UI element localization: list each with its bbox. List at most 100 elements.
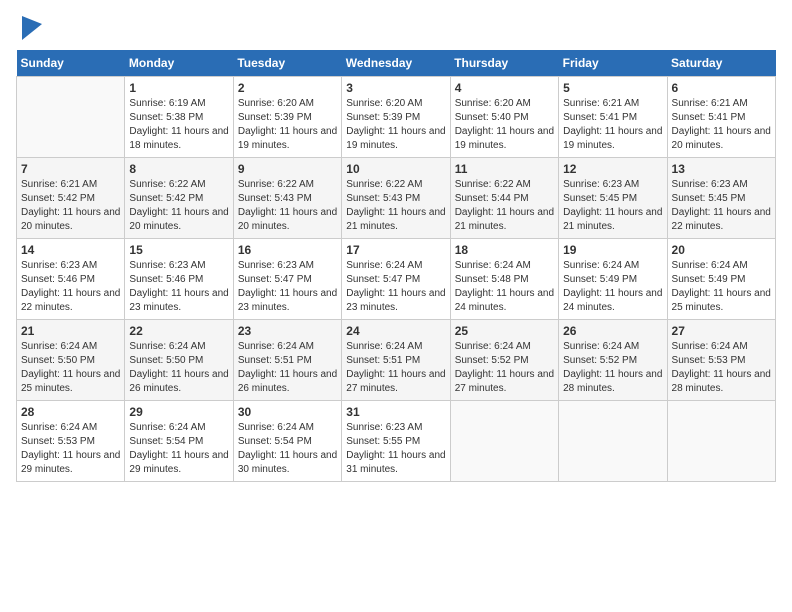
weekday-header-friday: Friday <box>559 50 667 77</box>
day-number: 16 <box>238 243 337 257</box>
day-number: 19 <box>563 243 662 257</box>
day-info: Sunrise: 6:23 AMSunset: 5:46 PMDaylight:… <box>21 259 120 315</box>
day-number: 15 <box>129 243 228 257</box>
weekday-header-sunday: Sunday <box>17 50 125 77</box>
calendar-cell: 14 Sunrise: 6:23 AMSunset: 5:46 PMDayligh… <box>17 239 125 320</box>
calendar-cell: 12 Sunrise: 6:23 AMSunset: 5:45 PMDayligh… <box>559 158 667 239</box>
day-info: Sunrise: 6:20 AMSunset: 5:40 PMDaylight:… <box>455 97 554 153</box>
day-number: 29 <box>129 405 228 419</box>
calendar-cell: 2 Sunrise: 6:20 AMSunset: 5:39 PMDaylight… <box>233 77 341 158</box>
day-number: 27 <box>672 324 771 338</box>
day-info: Sunrise: 6:24 AMSunset: 5:52 PMDaylight:… <box>563 340 662 396</box>
day-info: Sunrise: 6:23 AMSunset: 5:46 PMDaylight:… <box>129 259 228 315</box>
day-number: 21 <box>21 324 120 338</box>
calendar-cell <box>17 77 125 158</box>
day-number: 14 <box>21 243 120 257</box>
weekday-header-monday: Monday <box>125 50 233 77</box>
calendar-cell: 1Sunrise: 6:19 AMSunset: 5:38 PMDaylight… <box>125 77 233 158</box>
day-info: Sunrise: 6:24 AMSunset: 5:51 PMDaylight:… <box>346 340 445 396</box>
day-info: Sunrise: 6:24 AMSunset: 5:54 PMDaylight:… <box>129 421 228 477</box>
day-info: Sunrise: 6:23 AMSunset: 5:45 PMDaylight:… <box>672 178 771 234</box>
day-number: 26 <box>563 324 662 338</box>
calendar-cell <box>559 401 667 482</box>
calendar-cell: 4 Sunrise: 6:20 AMSunset: 5:40 PMDaylight… <box>450 77 558 158</box>
calendar-cell: 15 Sunrise: 6:23 AMSunset: 5:46 PMDayligh… <box>125 239 233 320</box>
header <box>16 16 776 40</box>
calendar-cell: 9 Sunrise: 6:22 AMSunset: 5:43 PMDaylight… <box>233 158 341 239</box>
day-number: 9 <box>238 162 337 176</box>
day-number: 28 <box>21 405 120 419</box>
day-number: 22 <box>129 324 228 338</box>
logo <box>16 16 42 40</box>
weekday-header-saturday: Saturday <box>667 50 775 77</box>
day-number: 17 <box>346 243 445 257</box>
day-info: Sunrise: 6:19 AMSunset: 5:38 PMDaylight:… <box>129 97 228 153</box>
calendar-cell <box>667 401 775 482</box>
day-number: 25 <box>455 324 554 338</box>
calendar-cell: 20Sunrise: 6:24 AMSunset: 5:49 PMDayligh… <box>667 239 775 320</box>
day-info: Sunrise: 6:23 AMSunset: 5:45 PMDaylight:… <box>563 178 662 234</box>
day-info: Sunrise: 6:24 AMSunset: 5:51 PMDaylight:… <box>238 340 337 396</box>
calendar-cell: 27Sunrise: 6:24 AMSunset: 5:53 PMDayligh… <box>667 320 775 401</box>
day-number: 5 <box>563 81 662 95</box>
calendar-cell: 3Sunrise: 6:20 AMSunset: 5:39 PMDaylight… <box>342 77 450 158</box>
day-info: Sunrise: 6:21 AMSunset: 5:42 PMDaylight:… <box>21 178 120 234</box>
day-number: 24 <box>346 324 445 338</box>
day-number: 6 <box>672 81 771 95</box>
calendar-cell: 6Sunrise: 6:21 AMSunset: 5:41 PMDaylight… <box>667 77 775 158</box>
calendar-cell: 17Sunrise: 6:24 AMSunset: 5:47 PMDayligh… <box>342 239 450 320</box>
day-number: 4 <box>455 81 554 95</box>
calendar-cell: 29 Sunrise: 6:24 AMSunset: 5:54 PMDayligh… <box>125 401 233 482</box>
calendar-cell: 8Sunrise: 6:22 AMSunset: 5:42 PMDaylight… <box>125 158 233 239</box>
calendar-cell: 19 Sunrise: 6:24 AMSunset: 5:49 PMDayligh… <box>559 239 667 320</box>
day-info: Sunrise: 6:22 AMSunset: 5:42 PMDaylight:… <box>129 178 228 234</box>
calendar-cell: 25Sunrise: 6:24 AMSunset: 5:52 PMDayligh… <box>450 320 558 401</box>
calendar-cell <box>450 401 558 482</box>
day-number: 11 <box>455 162 554 176</box>
day-info: Sunrise: 6:23 AMSunset: 5:47 PMDaylight:… <box>238 259 337 315</box>
day-info: Sunrise: 6:23 AMSunset: 5:55 PMDaylight:… <box>346 421 445 477</box>
calendar-cell: 16 Sunrise: 6:23 AMSunset: 5:47 PMDayligh… <box>233 239 341 320</box>
week-row-1: 1Sunrise: 6:19 AMSunset: 5:38 PMDaylight… <box>17 77 776 158</box>
day-number: 13 <box>672 162 771 176</box>
day-info: Sunrise: 6:24 AMSunset: 5:53 PMDaylight:… <box>21 421 120 477</box>
weekday-header-thursday: Thursday <box>450 50 558 77</box>
weekday-header-tuesday: Tuesday <box>233 50 341 77</box>
day-info: Sunrise: 6:24 AMSunset: 5:48 PMDaylight:… <box>455 259 554 315</box>
day-info: Sunrise: 6:22 AMSunset: 5:43 PMDaylight:… <box>346 178 445 234</box>
day-number: 30 <box>238 405 337 419</box>
weekday-header-row: SundayMondayTuesdayWednesdayThursdayFrid… <box>17 50 776 77</box>
calendar-cell: 30Sunrise: 6:24 AMSunset: 5:54 PMDayligh… <box>233 401 341 482</box>
calendar-cell: 7 Sunrise: 6:21 AMSunset: 5:42 PMDaylight… <box>17 158 125 239</box>
day-number: 10 <box>346 162 445 176</box>
calendar-cell: 10 Sunrise: 6:22 AMSunset: 5:43 PMDayligh… <box>342 158 450 239</box>
calendar-cell: 5Sunrise: 6:21 AMSunset: 5:41 PMDaylight… <box>559 77 667 158</box>
calendar-cell: 18 Sunrise: 6:24 AMSunset: 5:48 PMDayligh… <box>450 239 558 320</box>
calendar-cell: 13 Sunrise: 6:23 AMSunset: 5:45 PMDayligh… <box>667 158 775 239</box>
week-row-2: 7 Sunrise: 6:21 AMSunset: 5:42 PMDaylight… <box>17 158 776 239</box>
day-info: Sunrise: 6:24 AMSunset: 5:50 PMDaylight:… <box>129 340 228 396</box>
day-number: 7 <box>21 162 120 176</box>
day-info: Sunrise: 6:22 AMSunset: 5:44 PMDaylight:… <box>455 178 554 234</box>
calendar-cell: 26 Sunrise: 6:24 AMSunset: 5:52 PMDayligh… <box>559 320 667 401</box>
day-number: 3 <box>346 81 445 95</box>
calendar-cell: 28 Sunrise: 6:24 AMSunset: 5:53 PMDayligh… <box>17 401 125 482</box>
calendar-cell: 31 Sunrise: 6:23 AMSunset: 5:55 PMDayligh… <box>342 401 450 482</box>
day-info: Sunrise: 6:24 AMSunset: 5:49 PMDaylight:… <box>563 259 662 315</box>
logo-icon <box>22 16 42 40</box>
day-number: 18 <box>455 243 554 257</box>
week-row-4: 21 Sunrise: 6:24 AMSunset: 5:50 PMDayligh… <box>17 320 776 401</box>
calendar-cell: 24 Sunrise: 6:24 AMSunset: 5:51 PMDayligh… <box>342 320 450 401</box>
day-number: 12 <box>563 162 662 176</box>
calendar-cell: 22 Sunrise: 6:24 AMSunset: 5:50 PMDayligh… <box>125 320 233 401</box>
calendar-cell: 23 Sunrise: 6:24 AMSunset: 5:51 PMDayligh… <box>233 320 341 401</box>
week-row-3: 14 Sunrise: 6:23 AMSunset: 5:46 PMDayligh… <box>17 239 776 320</box>
day-number: 23 <box>238 324 337 338</box>
weekday-header-wednesday: Wednesday <box>342 50 450 77</box>
day-number: 2 <box>238 81 337 95</box>
calendar-cell: 21Sunrise: 6:24 AMSunset: 5:50 PMDayligh… <box>17 320 125 401</box>
day-number: 20 <box>672 243 771 257</box>
day-info: Sunrise: 6:22 AMSunset: 5:43 PMDaylight:… <box>238 178 337 234</box>
day-number: 31 <box>346 405 445 419</box>
day-info: Sunrise: 6:20 AMSunset: 5:39 PMDaylight:… <box>238 97 337 153</box>
